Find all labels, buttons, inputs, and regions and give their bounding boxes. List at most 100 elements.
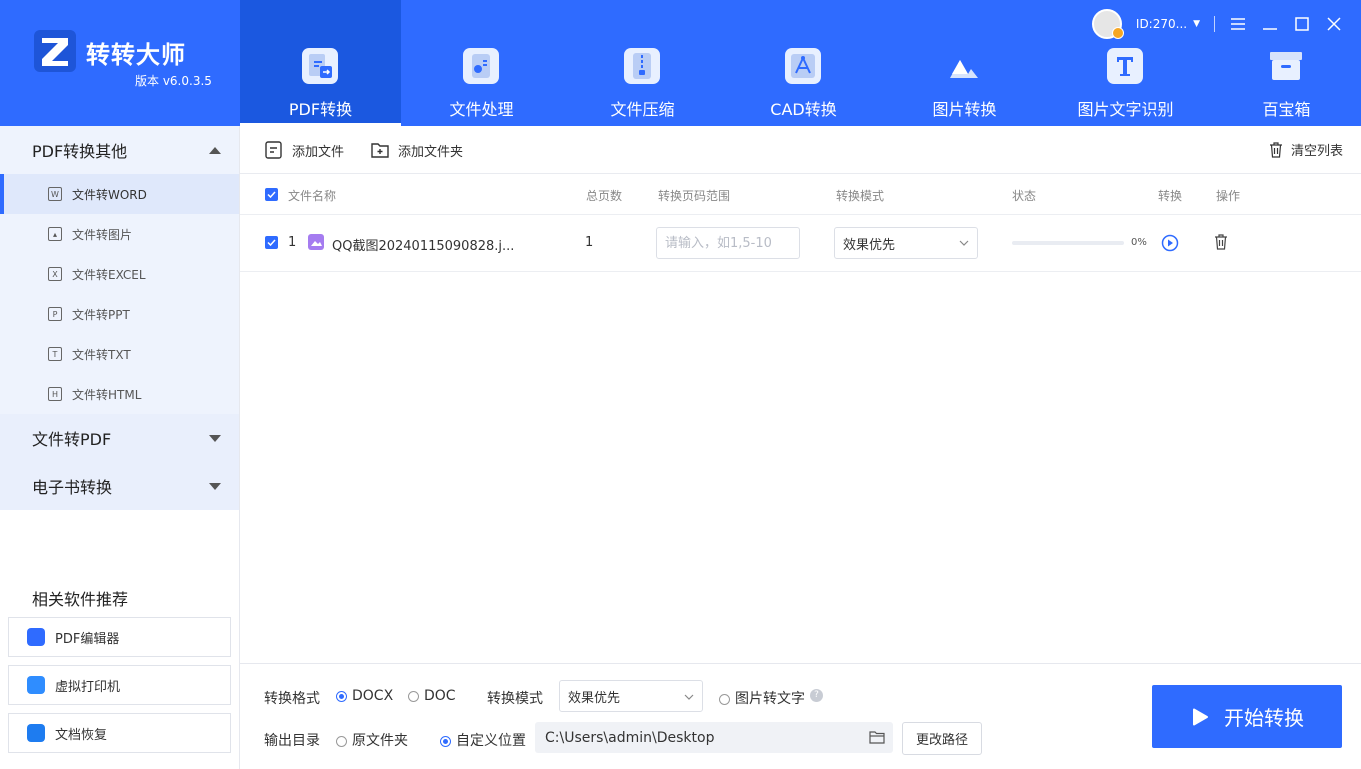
ocr-icon [1107, 48, 1143, 84]
radio-unselected [336, 735, 347, 747]
sidebar-item-to-html[interactable]: H 文件转HTML [0, 374, 239, 414]
cad-icon [785, 48, 821, 84]
add-file-icon [265, 141, 282, 159]
tab-compress[interactable]: 文件压缩 [562, 0, 723, 126]
file-name: QQ截图20240115090828.j... [332, 239, 515, 254]
sidebar: PDF转换其他 W 文件转WORD ▴ 文件转图片 X 文件转EXCEL P 文… [0, 126, 240, 769]
chevron-down-icon [684, 694, 694, 700]
output-path-field[interactable]: C:\Users\admin\Desktop [535, 722, 893, 753]
html-file-icon: H [48, 387, 62, 401]
sidebar-item-label: 文件转EXCEL [72, 267, 146, 282]
clear-list-button[interactable]: 清空列表 [1269, 140, 1343, 159]
add-file-label: 添加文件 [292, 144, 345, 160]
sidebar-item-label: 文件转PPT [72, 307, 130, 322]
radio-selected [440, 735, 451, 747]
user-id[interactable]: ID:270... [1136, 17, 1187, 31]
output-custom-radio[interactable]: 自定义位置 [440, 730, 526, 750]
change-path-button[interactable]: 更改路径 [902, 722, 982, 755]
radio-selected [336, 690, 347, 702]
tab-image-convert[interactable]: 图片转换 [884, 0, 1045, 126]
sidebar-sublist: W 文件转WORD ▴ 文件转图片 X 文件转EXCEL P 文件转PPT T … [0, 174, 239, 414]
col-action: 操作 [1216, 189, 1241, 203]
col-status: 状态 [1012, 189, 1037, 203]
sidebar-item-to-ppt[interactable]: P 文件转PPT [0, 294, 239, 334]
recommend-virtual-printer[interactable]: 虚拟打印机 [8, 665, 231, 705]
chevron-down-icon[interactable]: ▼ [1193, 19, 1200, 29]
maximize-icon[interactable] [1293, 15, 1311, 33]
tab-label: 图片文字识别 [1077, 100, 1174, 119]
section-label: 电子书转换 [32, 478, 113, 497]
recommend-label: 虚拟打印机 [55, 679, 121, 695]
radio-unselected [719, 693, 730, 705]
sidebar-section-file-to-pdf[interactable]: 文件转PDF [0, 414, 239, 462]
close-icon[interactable] [1325, 15, 1343, 33]
tab-pdf-convert[interactable]: PDF转换 [240, 0, 401, 126]
app-version: 版本 v6.0.3.5 [135, 74, 212, 88]
col-range: 转换页码范围 [658, 189, 731, 203]
add-folder-label: 添加文件夹 [398, 144, 464, 160]
image-file-icon: ▴ [48, 227, 62, 241]
tab-cad[interactable]: CAD转换 [723, 0, 884, 126]
play-icon[interactable] [1161, 234, 1179, 256]
format-doc-radio[interactable]: DOC [408, 688, 456, 704]
recommend-pdf-editor[interactable]: PDF编辑器 [8, 617, 231, 657]
image-convert-icon [946, 48, 982, 84]
progress-bar [1012, 241, 1124, 245]
row-index: 1 [288, 235, 297, 250]
add-file-button[interactable]: 添加文件 [264, 140, 344, 160]
mode-select[interactable]: 效果优先 [834, 227, 978, 259]
recovery-icon [27, 724, 45, 742]
ocr-checkbox[interactable]: 图片转文字 [719, 688, 805, 708]
sidebar-item-to-word[interactable]: W 文件转WORD [0, 174, 239, 214]
avatar[interactable] [1091, 9, 1124, 39]
chevron-down-icon [959, 240, 969, 246]
output-path: C:\Users\admin\Desktop [545, 729, 715, 746]
image-file-icon [308, 234, 324, 254]
pdf-convert-icon [302, 48, 338, 84]
table-header: 文件名称 总页数 转换页码范围 转换模式 状态 转换 操作 [240, 175, 1361, 215]
radio-unselected [408, 690, 419, 702]
format-label: 转换格式 [264, 691, 320, 707]
section-label: PDF转换其他 [32, 142, 128, 161]
sidebar-item-to-excel[interactable]: X 文件转EXCEL [0, 254, 239, 294]
pdf-editor-icon [27, 628, 45, 646]
menu-icon[interactable] [1229, 15, 1247, 33]
settings-panel: 转换格式 DOCX DOC 转换模式 效果优先 图片转文字 ? 输出目录 原文件… [240, 663, 1361, 769]
minimize-icon[interactable] [1261, 15, 1279, 33]
sidebar-item-to-image[interactable]: ▴ 文件转图片 [0, 214, 239, 254]
start-convert-button[interactable]: 开始转换 [1152, 685, 1342, 748]
window-topbar: ID:270... ▼ [1091, 9, 1343, 39]
sidebar-section-pdf-other[interactable]: PDF转换其他 [0, 126, 239, 174]
txt-file-icon: T [48, 347, 62, 361]
section-label: 文件转PDF [32, 430, 112, 449]
file-process-icon [463, 48, 499, 84]
app-logo-icon [34, 30, 76, 72]
collapse-icon [209, 146, 221, 154]
start-convert-label: 开始转换 [1224, 706, 1304, 730]
bottom-mode-value: 效果优先 [568, 690, 621, 706]
bottom-mode-label: 转换模式 [487, 691, 543, 707]
table-row: 1 QQ截图20240115090828.j... 1 效果优先 0% [240, 215, 1361, 272]
sidebar-section-ebook[interactable]: 电子书转换 [0, 462, 239, 510]
sidebar-item-to-txt[interactable]: T 文件转TXT [0, 334, 239, 374]
tab-file-process[interactable]: 文件处理 [401, 0, 562, 126]
delete-icon[interactable] [1214, 234, 1228, 254]
bottom-mode-select[interactable]: 效果优先 [559, 680, 703, 712]
page-range-input[interactable] [656, 227, 800, 259]
output-original-radio[interactable]: 原文件夹 [336, 730, 408, 750]
mode-select-value: 效果优先 [843, 237, 896, 253]
app-title: 转转大师 [86, 41, 186, 69]
select-all-checkbox[interactable] [265, 188, 278, 201]
format-doc-label: DOC [424, 688, 456, 704]
word-file-icon: W [48, 187, 62, 201]
help-icon[interactable]: ? [810, 689, 823, 702]
excel-file-icon: X [48, 267, 62, 281]
tab-label: 文件处理 [449, 100, 514, 119]
tab-label: PDF转换 [288, 100, 353, 119]
format-docx-radio[interactable]: DOCX [336, 688, 393, 704]
col-mode: 转换模式 [836, 189, 885, 203]
recommend-doc-recovery[interactable]: 文档恢复 [8, 713, 231, 753]
add-folder-button[interactable]: 添加文件夹 [370, 140, 463, 160]
output-custom-label: 自定义位置 [456, 733, 526, 749]
row-checkbox[interactable] [265, 236, 278, 249]
